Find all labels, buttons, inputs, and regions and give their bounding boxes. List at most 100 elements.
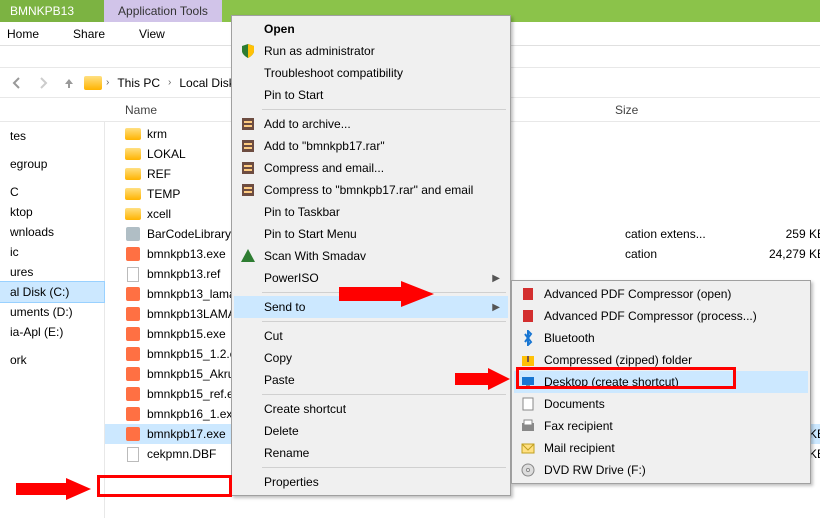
sidebar-item-music[interactable]: ic bbox=[0, 242, 104, 262]
menu-item[interactable]: Desktop (create shortcut) bbox=[514, 371, 808, 393]
fox-icon bbox=[125, 246, 141, 262]
menu-label: Troubleshoot compatibility bbox=[264, 66, 403, 80]
menu-label: Pin to Start bbox=[264, 88, 323, 102]
shield-icon bbox=[239, 42, 257, 60]
menu-item[interactable]: Advanced PDF Compressor (process...) bbox=[514, 305, 808, 327]
sidebar-item-favorites[interactable]: tes bbox=[0, 126, 104, 146]
sidebar-item-localc[interactable]: al Disk (C:) bbox=[0, 282, 104, 302]
menu-item[interactable]: Advanced PDF Compressor (open) bbox=[514, 283, 808, 305]
folder-icon bbox=[125, 206, 141, 222]
tab-share[interactable]: Share bbox=[71, 23, 107, 45]
menu-item[interactable]: Create shortcut bbox=[234, 398, 508, 420]
menu-label: Compressed (zipped) folder bbox=[544, 353, 692, 367]
menu-item[interactable]: PowerISO ▶ bbox=[234, 267, 508, 289]
sidebar-item-network[interactable]: ork bbox=[0, 350, 104, 370]
app-tools-tab[interactable]: Application Tools bbox=[104, 0, 222, 22]
menu-label: Advanced PDF Compressor (open) bbox=[544, 287, 731, 301]
file-size: 24,279 KB bbox=[745, 247, 820, 261]
rar-icon bbox=[239, 159, 257, 177]
mail-icon bbox=[519, 439, 537, 457]
menu-item[interactable]: Add to "bmnkpb17.rar" bbox=[234, 135, 508, 157]
menu-label: Delete bbox=[264, 424, 299, 438]
menu-item[interactable]: Troubleshoot compatibility bbox=[234, 62, 508, 84]
menu-item[interactable]: Cut bbox=[234, 325, 508, 347]
back-button[interactable] bbox=[6, 72, 28, 94]
sidebar-item-desktop[interactable]: ktop bbox=[0, 202, 104, 222]
fax-icon bbox=[519, 417, 537, 435]
menu-item[interactable]: Paste bbox=[234, 369, 508, 391]
menu-label: Open bbox=[264, 22, 295, 36]
menu-label: Properties bbox=[264, 475, 319, 489]
menu-label: Run as administrator bbox=[264, 44, 375, 58]
menu-label: Fax recipient bbox=[544, 419, 613, 433]
menu-label: PowerISO bbox=[264, 271, 319, 285]
chevron-right-icon: › bbox=[106, 77, 109, 88]
sidebar-item-thispc[interactable]: C bbox=[0, 182, 104, 202]
menu-label: Mail recipient bbox=[544, 441, 615, 455]
submenu-arrow-icon: ▶ bbox=[492, 273, 500, 284]
menu-item[interactable]: Open bbox=[234, 18, 508, 40]
pdf-icon bbox=[519, 285, 537, 303]
zip-icon bbox=[519, 351, 537, 369]
context-menu: Open Run as administrator Troubleshoot com… bbox=[231, 15, 511, 496]
menu-item[interactable]: Delete bbox=[234, 420, 508, 442]
menu-label: Send to bbox=[264, 300, 305, 314]
menu-item[interactable]: Compress and email... bbox=[234, 157, 508, 179]
fox-icon bbox=[125, 306, 141, 322]
tab-home[interactable]: Home bbox=[5, 23, 41, 45]
breadcrumb-root[interactable]: This PC bbox=[113, 73, 164, 93]
file-size: 259 KB bbox=[745, 227, 820, 241]
menu-item[interactable]: Pin to Taskbar bbox=[234, 201, 508, 223]
menu-label: Compress and email... bbox=[264, 161, 384, 175]
menu-item[interactable]: Mail recipient bbox=[514, 437, 808, 459]
rar-icon bbox=[239, 181, 257, 199]
menu-item[interactable]: Scan With Smadav bbox=[234, 245, 508, 267]
menu-label: Bluetooth bbox=[544, 331, 595, 345]
menu-label: Create shortcut bbox=[264, 402, 346, 416]
menu-label: Advanced PDF Compressor (process...) bbox=[544, 309, 757, 323]
menu-label: Paste bbox=[264, 373, 295, 387]
file-type: cation extens... bbox=[625, 227, 735, 241]
column-name[interactable]: Name bbox=[125, 98, 157, 122]
rar-icon bbox=[239, 115, 257, 133]
menu-label: Pin to Taskbar bbox=[264, 205, 340, 219]
fox-icon bbox=[125, 346, 141, 362]
menu-item[interactable]: Pin to Start bbox=[234, 84, 508, 106]
page-icon bbox=[125, 446, 141, 462]
menu-item[interactable]: DVD RW Drive (F:) bbox=[514, 459, 808, 481]
menu-item[interactable]: Compressed (zipped) folder bbox=[514, 349, 808, 371]
folder-icon bbox=[84, 76, 102, 90]
menu-item[interactable]: Send to ▶ bbox=[234, 296, 508, 318]
menu-label: Pin to Start Menu bbox=[264, 227, 357, 241]
menu-label: DVD RW Drive (F:) bbox=[544, 463, 646, 477]
sidebar-item-apl[interactable]: ia-Apl (E:) bbox=[0, 322, 104, 342]
submenu-arrow-icon: ▶ bbox=[492, 302, 500, 313]
menu-item[interactable]: Bluetooth bbox=[514, 327, 808, 349]
folder-icon bbox=[125, 166, 141, 182]
sidebar-item-docsd[interactable]: uments (D:) bbox=[0, 302, 104, 322]
menu-item[interactable]: Properties bbox=[234, 471, 508, 493]
folder-icon bbox=[125, 186, 141, 202]
sidebar-item-homegroup[interactable]: egroup bbox=[0, 154, 104, 174]
column-size[interactable]: Size bbox=[615, 98, 638, 122]
menu-item[interactable]: Copy bbox=[234, 347, 508, 369]
menu-item[interactable]: Run as administrator bbox=[234, 40, 508, 62]
menu-label: Documents bbox=[544, 397, 605, 411]
menu-item[interactable]: Pin to Start Menu bbox=[234, 223, 508, 245]
menu-item[interactable]: Compress to "bmnkpb17.rar" and email bbox=[234, 179, 508, 201]
menu-item[interactable]: Documents bbox=[514, 393, 808, 415]
menu-label: Compress to "bmnkpb17.rar" and email bbox=[264, 183, 473, 197]
menu-item[interactable]: Add to archive... bbox=[234, 113, 508, 135]
menu-label: Copy bbox=[264, 351, 292, 365]
menu-item[interactable]: Rename bbox=[234, 442, 508, 464]
menu-item[interactable]: Fax recipient bbox=[514, 415, 808, 437]
sidebar-item-downloads[interactable]: wnloads bbox=[0, 222, 104, 242]
forward-button[interactable] bbox=[32, 72, 54, 94]
menu-label: Scan With Smadav bbox=[264, 249, 366, 263]
sendto-submenu: Advanced PDF Compressor (open) Advanced P… bbox=[511, 280, 811, 484]
tab-view[interactable]: View bbox=[137, 23, 167, 45]
menu-label: Cut bbox=[264, 329, 283, 343]
desk-icon bbox=[519, 373, 537, 391]
up-button[interactable] bbox=[58, 72, 80, 94]
sidebar-item-pictures[interactable]: ures bbox=[0, 262, 104, 282]
